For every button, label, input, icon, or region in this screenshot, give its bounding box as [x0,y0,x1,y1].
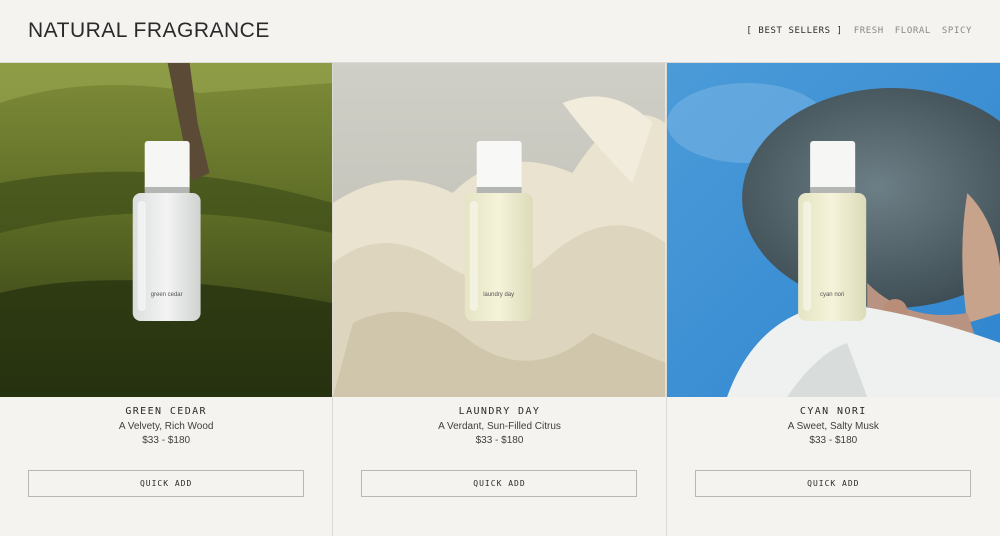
product-tagline: A Velvety, Rich Wood [118,421,214,432]
product-price: $33 - $180 [809,435,858,446]
nav-floral[interactable]: FLORAL [895,26,931,36]
bottle-label: cyan nori [820,292,844,298]
product-price: $33 - $180 [142,435,191,446]
product-image[interactable]: cyan nori [666,63,1000,397]
bottle-label: laundry day [484,292,515,298]
product-card-green-cedar: green cedar GREEN CEDAR A Velvety, Rich … [0,63,334,536]
product-image[interactable]: green cedar [0,63,333,397]
quick-add-button[interactable]: QUICK ADD [28,470,305,497]
product-image[interactable]: laundry day [333,63,666,397]
product-title[interactable]: LAUNDRY DAY [459,406,541,417]
nav-best-sellers[interactable]: [ BEST SELLERS ] [746,26,842,36]
product-card-cyan-nori: cyan nori CYAN NORI A Sweet, Salty Musk … [666,63,1000,536]
product-tagline: A Verdant, Sun-Filled Citrus [438,421,561,432]
quick-add-button[interactable]: QUICK ADD [695,470,972,497]
nav-spicy[interactable]: SPICY [942,26,972,36]
product-card-laundry-day: laundry day LAUNDRY DAY A Verdant, Sun-F… [333,63,667,536]
nav-fresh[interactable]: FRESH [854,26,884,36]
brand-logo[interactable]: NATURAL FRAGRANCE [28,19,270,43]
category-nav: [ BEST SELLERS ] FRESH FLORAL SPICY [746,26,972,36]
bottle-label: green cedar [151,292,183,298]
site-header: NATURAL FRAGRANCE [ BEST SELLERS ] FRESH… [0,0,1000,63]
product-title[interactable]: GREEN CEDAR [125,406,207,417]
product-price: $33 - $180 [475,435,524,446]
product-tagline: A Sweet, Salty Musk [787,421,879,432]
product-title[interactable]: CYAN NORI [800,406,867,417]
quick-add-button[interactable]: QUICK ADD [361,470,638,497]
product-grid: green cedar GREEN CEDAR A Velvety, Rich … [0,63,1000,536]
